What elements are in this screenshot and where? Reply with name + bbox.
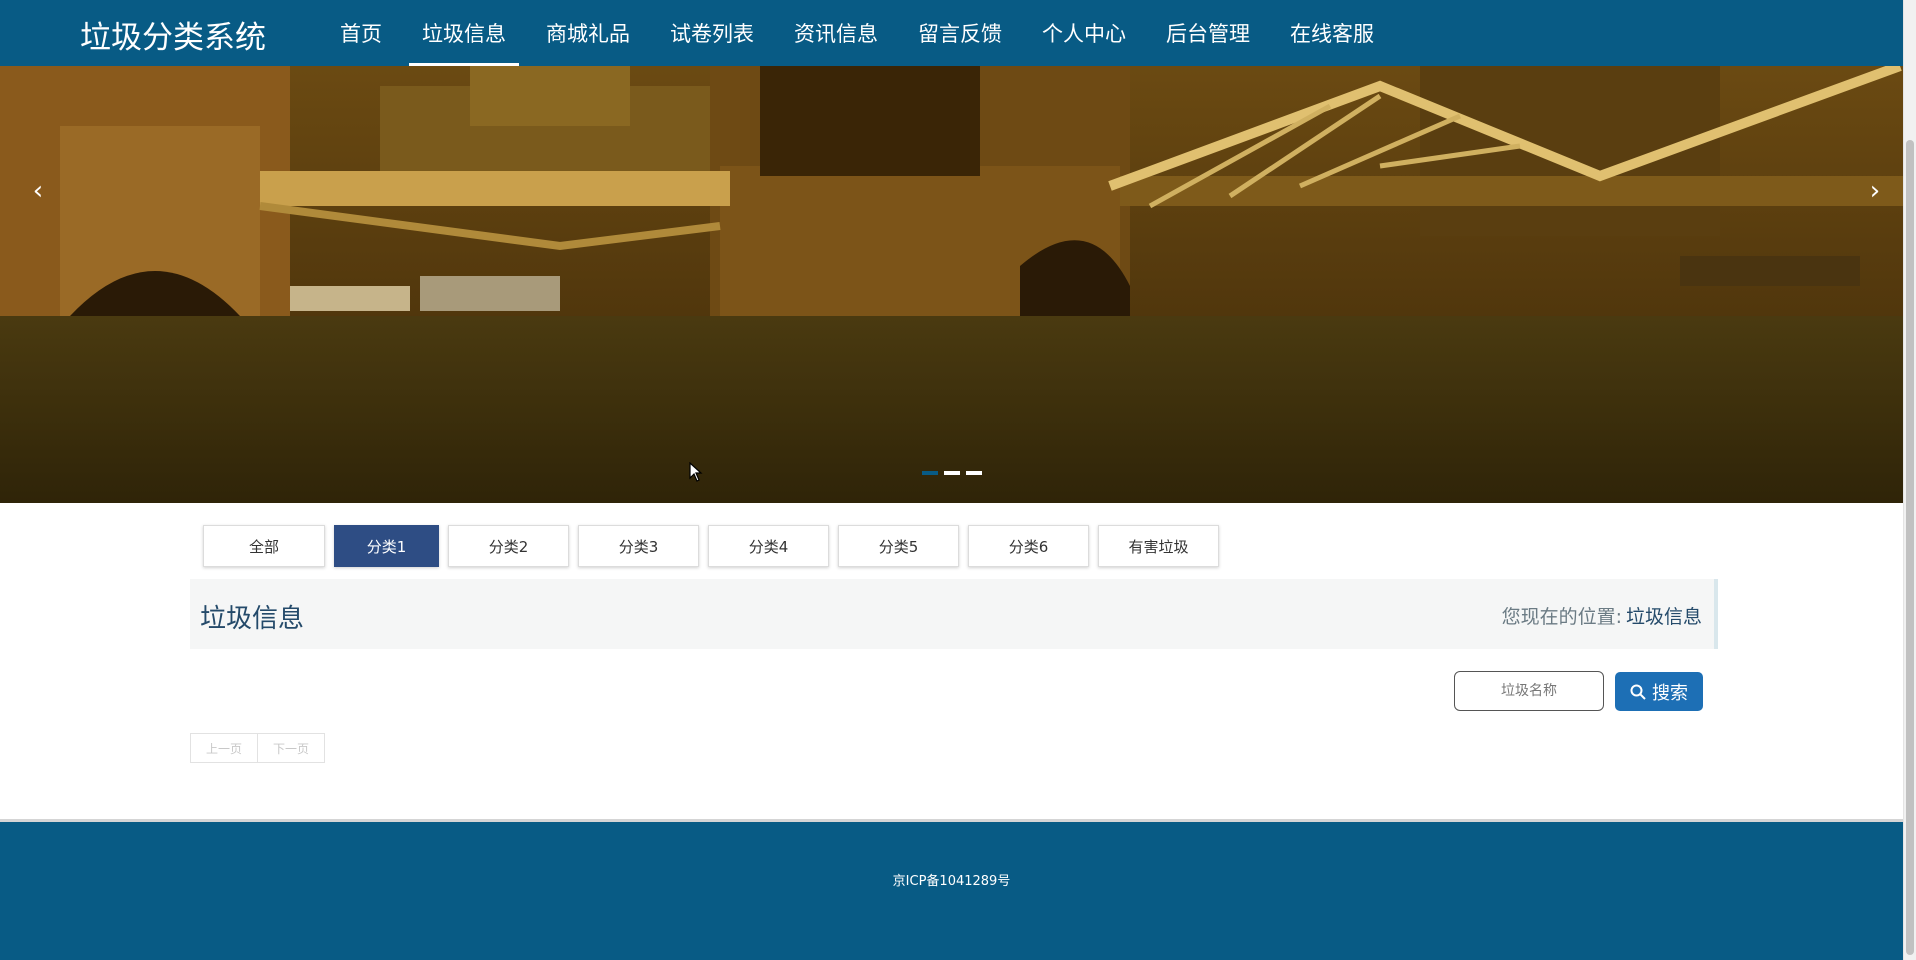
breadcrumb-current[interactable]: 垃圾信息 bbox=[1626, 602, 1702, 629]
search-button-label: 搜索 bbox=[1652, 682, 1688, 704]
nav-item-feedback[interactable]: 留言反馈 bbox=[905, 0, 1015, 66]
category-1[interactable]: 分类1 bbox=[334, 525, 439, 567]
search-input[interactable] bbox=[1454, 671, 1604, 711]
search-button[interactable]: 搜索 bbox=[1615, 672, 1703, 711]
category-tabs: 全部 分类1 分类2 分类3 分类4 分类5 分类6 有害垃圾 bbox=[203, 525, 1228, 567]
site-header: 垃圾分类系统 首页 垃圾信息 商城礼品 试卷列表 资讯信息 留言反馈 个人中心 … bbox=[0, 0, 1903, 66]
category-4[interactable]: 分类4 bbox=[708, 525, 829, 567]
category-5[interactable]: 分类5 bbox=[838, 525, 959, 567]
scrollbar-thumb[interactable] bbox=[1906, 140, 1914, 955]
site-logo[interactable]: 垃圾分类系统 bbox=[80, 12, 266, 57]
page-title: 垃圾信息 bbox=[200, 604, 305, 634]
nav-item-home[interactable]: 首页 bbox=[327, 0, 395, 66]
nav-item-admin[interactable]: 后台管理 bbox=[1153, 0, 1263, 66]
category-3[interactable]: 分类3 bbox=[578, 525, 699, 567]
next-page-button[interactable]: 下一页 bbox=[257, 733, 325, 763]
category-6[interactable]: 分类6 bbox=[968, 525, 1089, 567]
site-footer: 京ICP备1041289号 bbox=[0, 819, 1903, 960]
nav-item-support[interactable]: 在线客服 bbox=[1277, 0, 1387, 66]
icp-record: 京ICP备1041289号 bbox=[892, 874, 1011, 889]
section-title-bar: 垃圾信息 您现在的位置: 垃圾信息 bbox=[190, 579, 1718, 649]
breadcrumb-label: 您现在的位置: bbox=[1501, 606, 1622, 628]
category-all[interactable]: 全部 bbox=[203, 525, 325, 567]
chevron-left-icon: ‹ bbox=[32, 176, 44, 206]
chevron-right-icon: › bbox=[1869, 176, 1881, 206]
banner-dot-2[interactable] bbox=[944, 471, 960, 475]
main-nav: 首页 垃圾信息 商城礼品 试卷列表 资讯信息 留言反馈 个人中心 后台管理 在线… bbox=[327, 0, 1401, 66]
nav-item-garbage-info[interactable]: 垃圾信息 bbox=[409, 0, 519, 66]
nav-item-profile[interactable]: 个人中心 bbox=[1029, 0, 1139, 66]
nav-item-gift-mall[interactable]: 商城礼品 bbox=[533, 0, 643, 66]
prev-page-button[interactable]: 上一页 bbox=[190, 733, 258, 763]
category-2[interactable]: 分类2 bbox=[448, 525, 569, 567]
banner-next-button[interactable]: › bbox=[1857, 171, 1893, 211]
banner-pagination bbox=[922, 471, 982, 475]
search-icon bbox=[1630, 684, 1646, 700]
category-hazardous[interactable]: 有害垃圾 bbox=[1098, 525, 1219, 567]
banner-dot-3[interactable] bbox=[966, 471, 982, 475]
mouse-cursor-icon bbox=[689, 462, 703, 482]
breadcrumb: 您现在的位置: 垃圾信息 bbox=[1502, 602, 1702, 629]
nav-item-exam-list[interactable]: 试卷列表 bbox=[657, 0, 767, 66]
page-scrollbar[interactable] bbox=[1903, 0, 1916, 960]
pagination: 上一页 下一页 bbox=[190, 733, 325, 763]
banner-prev-button[interactable]: ‹ bbox=[20, 171, 56, 211]
banner-carousel[interactable]: ‹ › bbox=[0, 66, 1903, 503]
banner-dot-1[interactable] bbox=[922, 471, 938, 475]
nav-item-news[interactable]: 资讯信息 bbox=[781, 0, 891, 66]
banner-image bbox=[0, 66, 1903, 503]
